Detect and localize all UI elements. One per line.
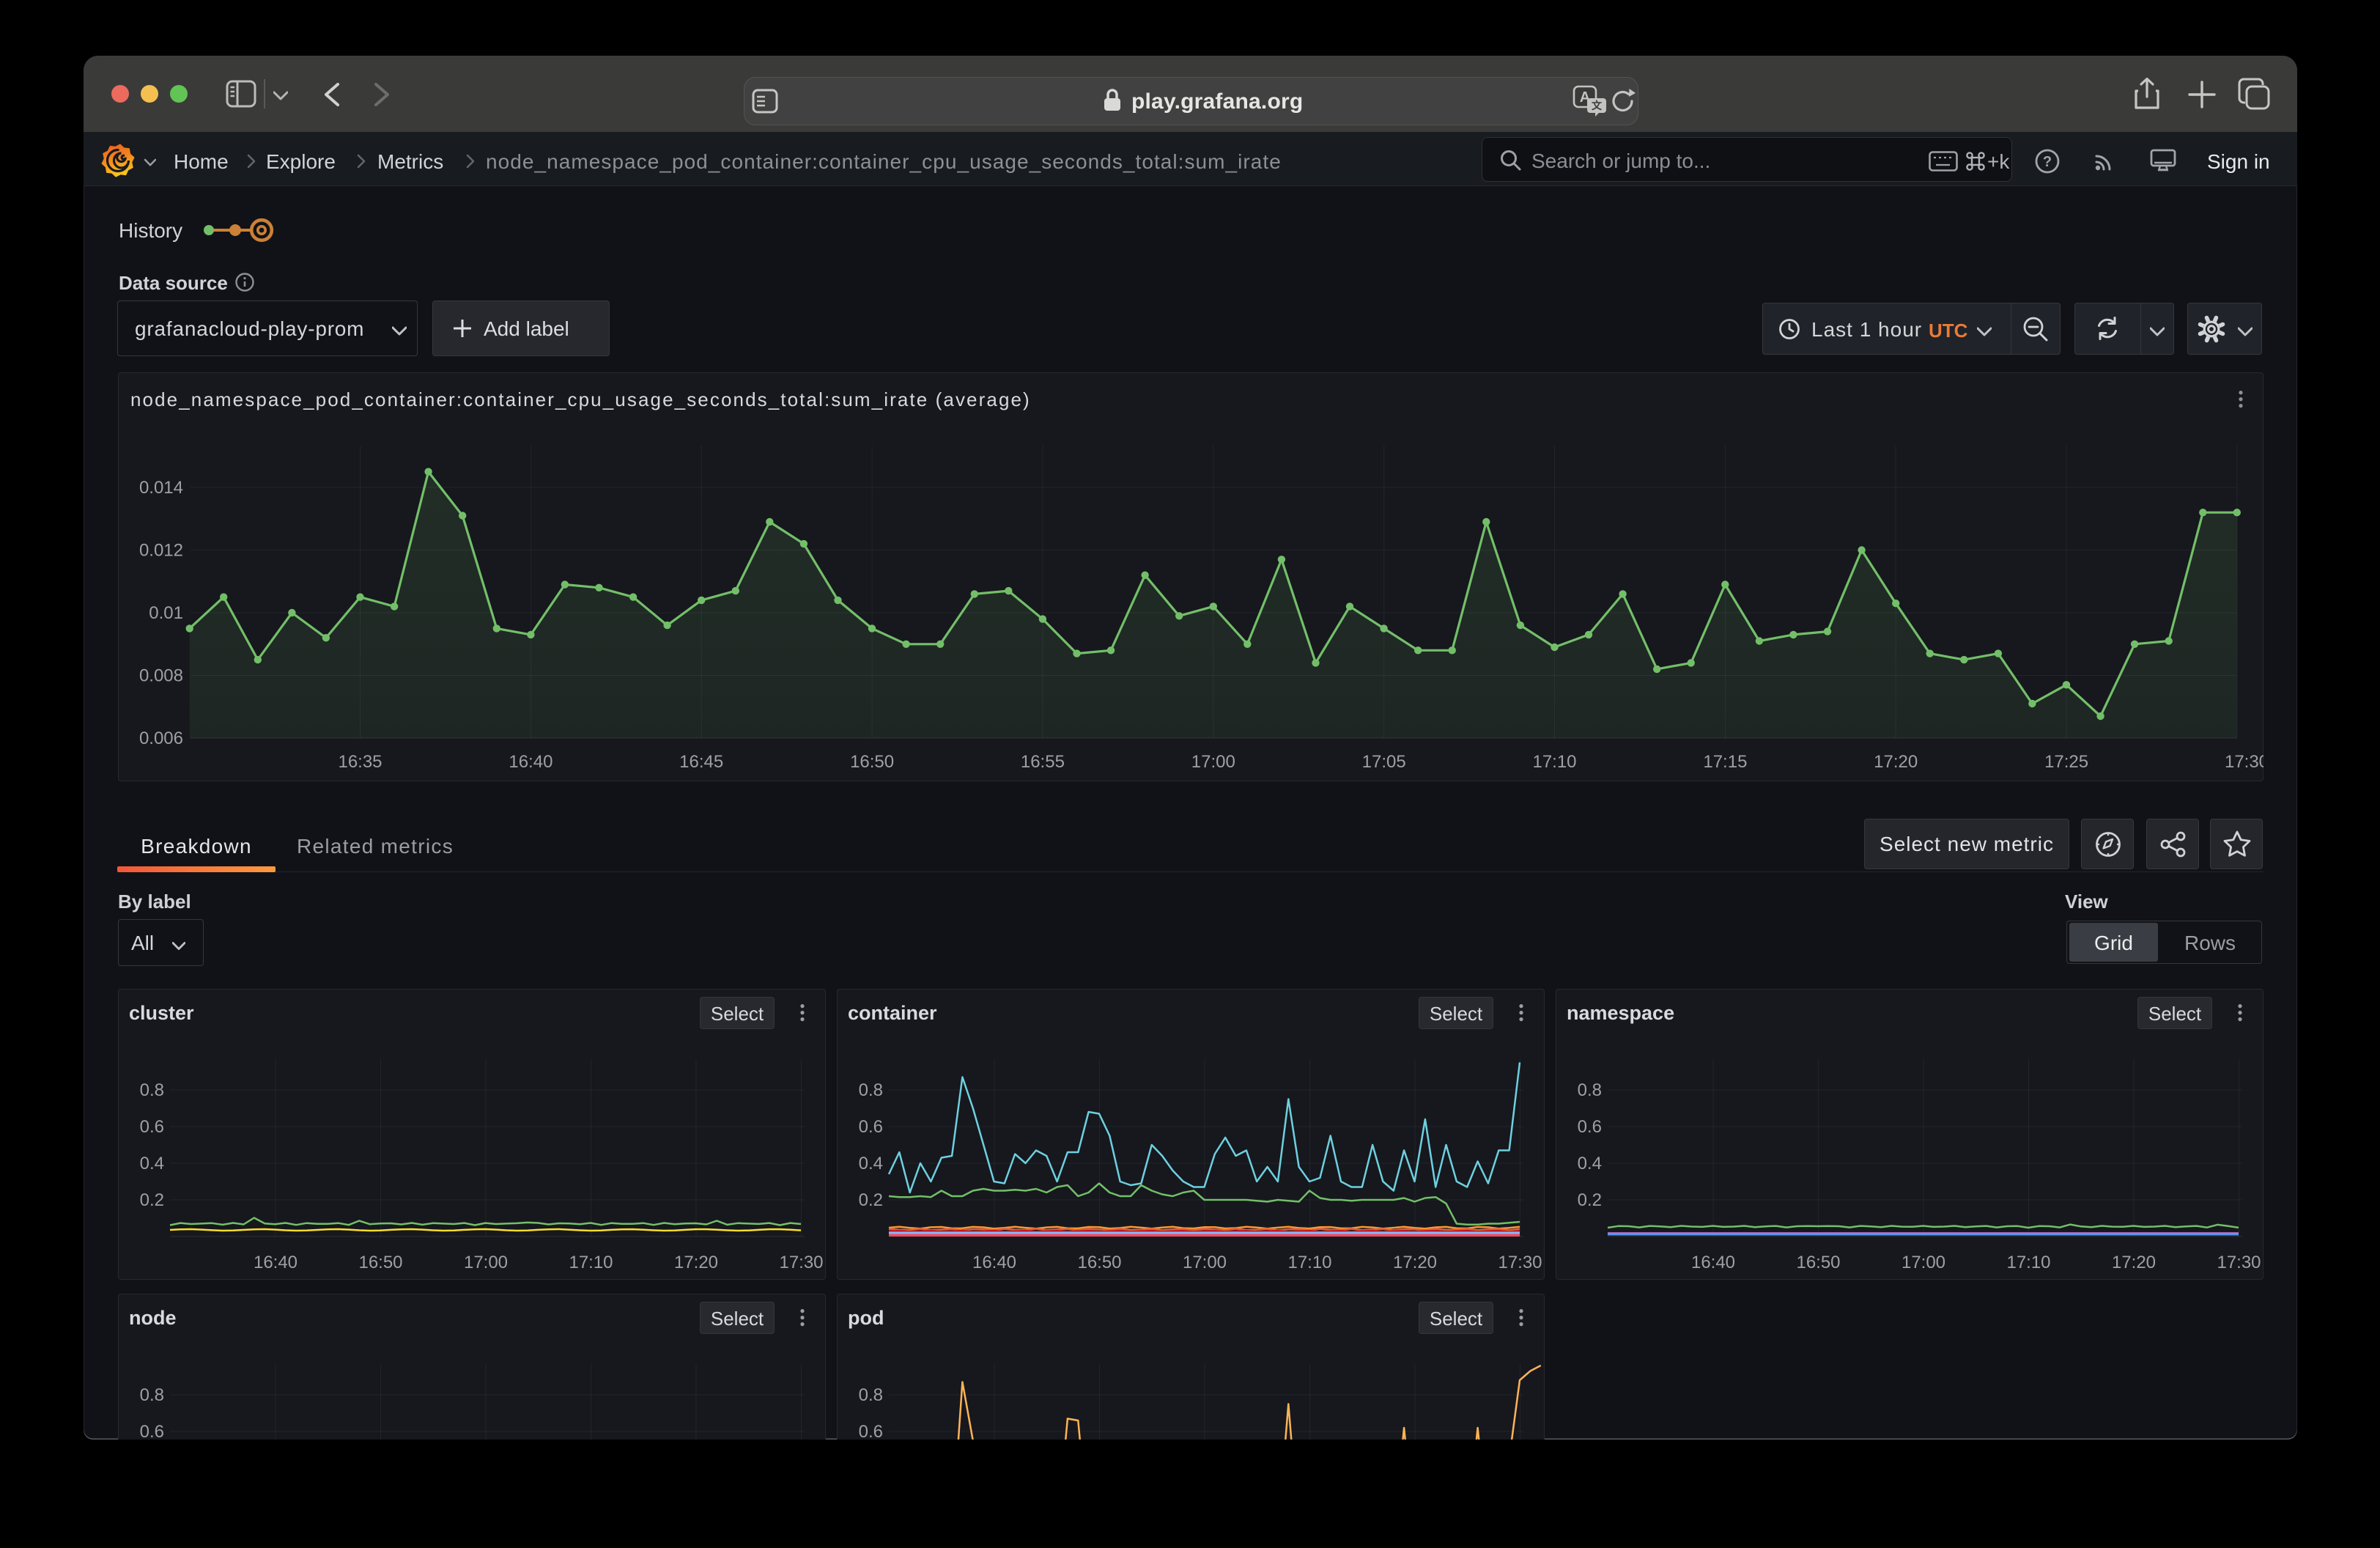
svg-text:17:20: 17:20 [2112,1253,2156,1272]
svg-text:16:50: 16:50 [1077,1253,1121,1272]
svg-text:17:20: 17:20 [674,1253,718,1272]
svg-text:16:40: 16:40 [254,1253,298,1272]
svg-text:0.6: 0.6 [859,1422,883,1440]
svg-text:0.6: 0.6 [140,1422,164,1440]
svg-text:0.01: 0.01 [149,603,183,623]
svg-text:0.6: 0.6 [140,1117,164,1137]
svg-text:0.006: 0.006 [139,729,183,748]
svg-text:0.4: 0.4 [1578,1154,1602,1173]
svg-text:17:10: 17:10 [1532,752,1576,772]
svg-text:16:55: 16:55 [1021,752,1065,772]
svg-text:17:10: 17:10 [569,1253,613,1272]
svg-text:16:50: 16:50 [850,752,894,772]
svg-text:16:50: 16:50 [358,1253,402,1272]
svg-text:17:10: 17:10 [1287,1253,1331,1272]
svg-text:0.8: 0.8 [1578,1080,1602,1100]
svg-text:0.4: 0.4 [140,1154,164,1173]
svg-text:17:05: 17:05 [1362,752,1406,772]
svg-text:17:30: 17:30 [1498,1253,1542,1272]
svg-text:0.8: 0.8 [859,1385,883,1405]
svg-text:17:30: 17:30 [2225,752,2263,772]
svg-text:16:40: 16:40 [972,1253,1016,1272]
svg-text:0.6: 0.6 [859,1117,883,1137]
svg-text:0.2: 0.2 [140,1190,164,1210]
svg-text:16:40: 16:40 [1691,1253,1735,1272]
svg-text:?: ? [2043,154,2052,170]
svg-text:17:20: 17:20 [1393,1253,1437,1272]
svg-text:16:40: 16:40 [509,752,552,772]
svg-text:0.4: 0.4 [859,1154,883,1173]
svg-text:0.008: 0.008 [139,666,183,686]
svg-text:0.014: 0.014 [139,478,183,498]
svg-text:0.6: 0.6 [1578,1117,1602,1137]
svg-text:17:10: 17:10 [2006,1253,2050,1272]
svg-text:0.8: 0.8 [859,1080,883,1100]
svg-text:17:25: 17:25 [2044,752,2088,772]
svg-text:17:30: 17:30 [2217,1253,2261,1272]
svg-text:17:15: 17:15 [1703,752,1747,772]
svg-text:17:00: 17:00 [1191,752,1235,772]
svg-text:文: 文 [1592,100,1603,111]
svg-text:16:35: 16:35 [338,752,382,772]
svg-text:16:50: 16:50 [1796,1253,1840,1272]
svg-text:0.8: 0.8 [140,1385,164,1405]
svg-text:0.012: 0.012 [139,541,183,561]
svg-text:17:00: 17:00 [1183,1253,1227,1272]
svg-text:0.2: 0.2 [1578,1190,1602,1210]
svg-text:17:00: 17:00 [464,1253,508,1272]
svg-text:0.2: 0.2 [859,1190,883,1210]
svg-text:0.8: 0.8 [140,1080,164,1100]
svg-text:16:45: 16:45 [679,752,723,772]
svg-text:17:20: 17:20 [1874,752,1918,772]
svg-text:17:30: 17:30 [779,1253,823,1272]
svg-text:17:00: 17:00 [1902,1253,1945,1272]
